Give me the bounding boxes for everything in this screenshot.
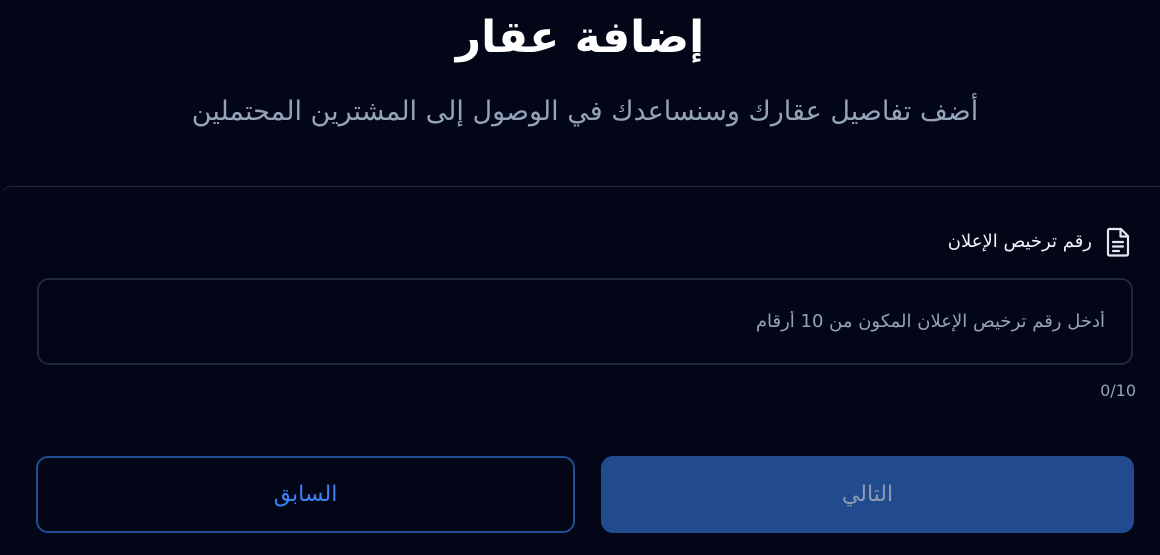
- license-field-label: رقم ترخيص الإعلان: [947, 231, 1092, 252]
- license-number-input[interactable]: [37, 278, 1133, 365]
- page-subtitle: أضف تفاصيل عقارك وسنساعدك في الوصول إلى …: [191, 96, 979, 127]
- document-icon: [1106, 227, 1130, 257]
- next-button[interactable]: التالي: [601, 456, 1134, 533]
- character-counter: 0/10: [1100, 381, 1136, 400]
- page-title: إضافة عقار: [455, 12, 705, 63]
- license-field-label-row: رقم ترخيص الإعلان: [948, 226, 1130, 258]
- previous-button[interactable]: السابق: [36, 456, 575, 533]
- add-property-page: إضافة عقار أضف تفاصيل عقارك وسنساعدك في …: [0, 0, 1160, 555]
